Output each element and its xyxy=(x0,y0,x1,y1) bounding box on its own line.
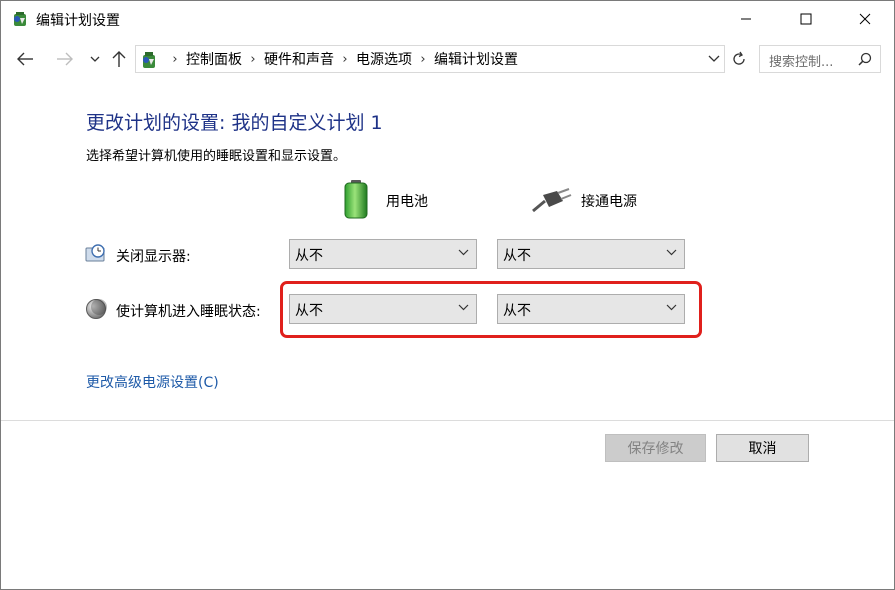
cancel-button[interactable]: 取消 xyxy=(716,434,809,462)
edit-plan-settings-window: 编辑计划设置 › 控制面板 › 硬件和声音 › 电源选项 › 编辑计划设置 搜索… xyxy=(0,0,895,590)
plugged-in-column-header: 接通电源 xyxy=(581,194,637,210)
footer-divider xyxy=(1,420,894,421)
page-description: 选择希望计算机使用的睡眠设置和显示设置。 xyxy=(86,149,347,164)
turn-off-display-plugged-select[interactable]: 从不 xyxy=(497,239,685,269)
title-bar: 编辑计划设置 xyxy=(1,1,894,37)
breadcrumb-hardware-sound[interactable]: 硬件和声音 xyxy=(264,49,334,69)
chevron-right-icon[interactable]: › xyxy=(334,52,356,67)
back-button[interactable] xyxy=(13,47,37,71)
search-placeholder: 搜索控制... xyxy=(769,55,834,70)
address-history-button[interactable] xyxy=(704,49,724,69)
chevron-down-icon xyxy=(458,249,469,256)
arrow-left-icon xyxy=(17,52,33,66)
sleep-settings-highlight-box xyxy=(280,281,702,338)
chevron-right-icon: › xyxy=(172,51,178,67)
moon-sleep-icon xyxy=(86,299,107,319)
turn-off-display-label: 关闭显示器: xyxy=(116,249,191,265)
chevron-right-icon[interactable]: › xyxy=(412,52,434,67)
window-title: 编辑计划设置 xyxy=(36,13,120,29)
select-value: 从不 xyxy=(295,248,323,264)
breadcrumb-power-options[interactable]: 电源选项 xyxy=(356,49,412,69)
up-button[interactable] xyxy=(107,47,131,71)
minimize-button[interactable] xyxy=(723,1,769,37)
put-computer-to-sleep-label: 使计算机进入睡眠状态: xyxy=(116,304,261,320)
maximize-button[interactable] xyxy=(783,1,829,37)
arrow-right-icon xyxy=(57,52,73,66)
battery-column-header: 用电池 xyxy=(386,194,428,210)
forward-button[interactable] xyxy=(53,47,77,71)
advanced-power-settings-link[interactable]: 更改高级电源设置(C) xyxy=(86,372,219,392)
close-icon xyxy=(859,13,871,25)
select-value: 从不 xyxy=(503,248,531,264)
power-options-icon xyxy=(14,12,26,26)
chevron-down-icon xyxy=(666,249,677,256)
maximize-icon xyxy=(800,13,812,25)
address-bar[interactable]: › 控制面板 › 硬件和声音 › 电源选项 › 编辑计划设置 xyxy=(135,45,725,73)
power-options-icon xyxy=(143,52,155,68)
minimize-icon xyxy=(741,18,751,20)
close-button[interactable] xyxy=(842,1,888,37)
chevron-right-icon[interactable]: › xyxy=(242,52,264,67)
search-icon xyxy=(858,52,872,66)
chevron-down-icon xyxy=(90,56,100,62)
save-changes-button[interactable]: 保存修改 xyxy=(605,434,706,462)
page-title: 更改计划的设置: 我的自定义计划 1 xyxy=(86,112,383,134)
turn-off-display-battery-select[interactable]: 从不 xyxy=(289,239,477,269)
breadcrumb-control-panel[interactable]: 控制面板 xyxy=(186,49,242,69)
search-box[interactable]: 搜索控制... xyxy=(759,45,881,73)
chevron-down-icon xyxy=(708,55,720,62)
refresh-button[interactable] xyxy=(728,47,750,71)
recent-locations-button[interactable] xyxy=(83,47,107,71)
arrow-up-icon xyxy=(112,51,126,67)
monitor-clock-icon xyxy=(85,244,105,262)
breadcrumb-edit-plan[interactable]: 编辑计划设置 xyxy=(434,49,518,69)
plug-icon xyxy=(532,188,572,213)
battery-icon xyxy=(344,180,368,219)
refresh-icon xyxy=(733,51,745,65)
breadcrumb: › 控制面板 › 硬件和声音 › 电源选项 › 编辑计划设置 xyxy=(164,46,518,72)
